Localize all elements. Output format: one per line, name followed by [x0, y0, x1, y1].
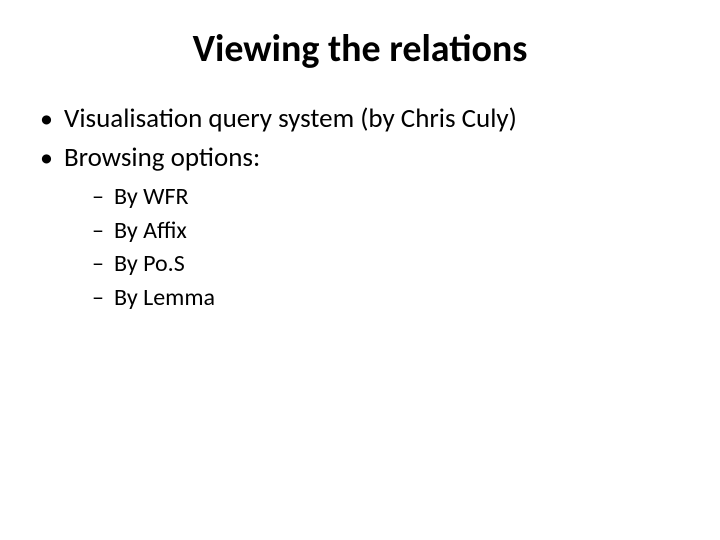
- subbullet-text: By Lemma: [114, 283, 215, 312]
- subbullet-text: By Po.S: [114, 249, 185, 278]
- slide-title: Viewing the relations: [0, 0, 720, 72]
- subbullet-item: By Po.S: [92, 248, 682, 280]
- subbullet-item: By Lemma: [92, 282, 682, 314]
- bullet-item: Visualisation query system (by Chris Cul…: [38, 102, 682, 137]
- bullet-text: Browsing options:: [64, 141, 260, 174]
- slide: Viewing the relations Visualisation quer…: [0, 0, 720, 540]
- subbullet-item: By WFR: [92, 181, 682, 213]
- slide-body: Visualisation query system (by Chris Cul…: [0, 72, 720, 314]
- subbullet-list: By WFR By Affix By Po.S By Lemma: [38, 181, 682, 314]
- subbullet-text: By Affix: [114, 216, 187, 245]
- subbullet-item: By Affix: [92, 215, 682, 247]
- subbullet-text: By WFR: [114, 182, 189, 211]
- bullet-item: Browsing options:: [38, 141, 682, 176]
- bullet-text: Visualisation query system (by Chris Cul…: [64, 102, 517, 135]
